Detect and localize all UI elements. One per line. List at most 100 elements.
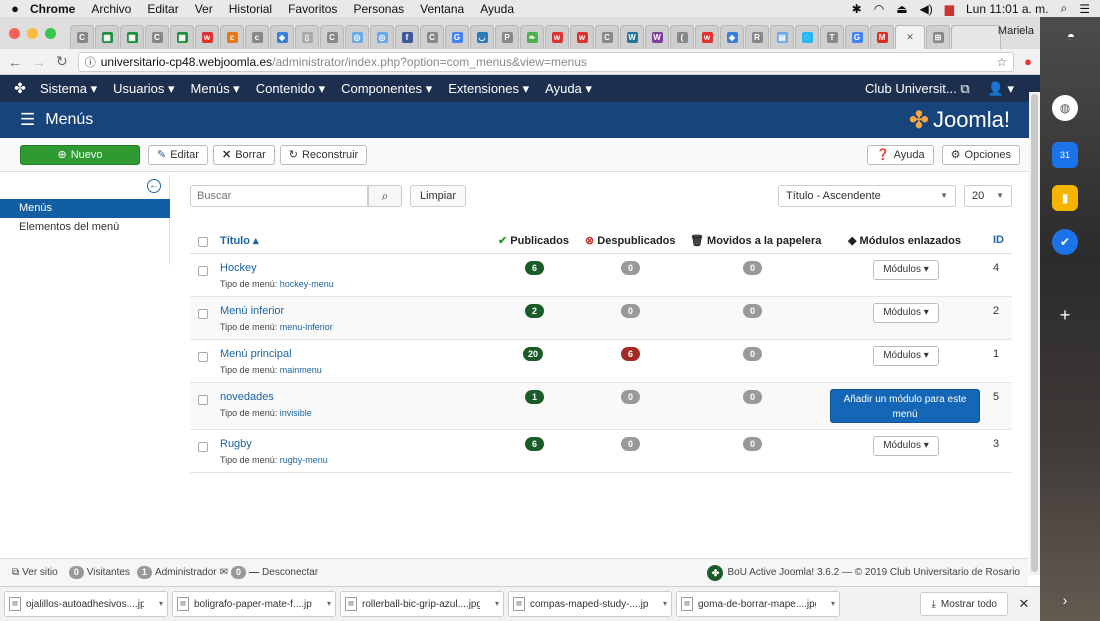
menubar-editar[interactable]: Editar [147,2,178,16]
unpublished-badge[interactable]: 0 [621,261,640,275]
sidebar-item-menu-items[interactable]: Elementos del menú [0,218,170,237]
col-published[interactable]: ✔ Publicados [498,234,569,247]
download-item[interactable]: ▤ boligrafo-paper-mate-f....jpg ▾ [172,591,336,617]
add-module-button[interactable]: Añadir un módulo para este menú [830,389,980,423]
show-all-downloads-button[interactable]: ⤓ Mostrar todo [920,592,1008,616]
modules-dropdown-button[interactable]: Módulos ▾ [873,303,939,323]
browser-tab[interactable]: T [820,25,844,49]
chevron-right-icon[interactable]: › [1052,587,1078,613]
minimize-window-button[interactable] [27,28,38,39]
user-menu[interactable]: 👤 ▾ [988,81,1014,97]
spotlight-icon[interactable]: ⌕ [1061,1,1068,16]
browser-tab[interactable]: ▦ [170,25,194,49]
download-item[interactable]: ▤ goma-de-borrar-mape....jpg ▾ [676,591,840,617]
bookmark-star-icon[interactable]: ☆ [996,55,1007,69]
col-id[interactable]: ID [993,234,1004,246]
browser-tab[interactable]: f [395,25,419,49]
browser-tab[interactable]: C [320,25,344,49]
published-badge[interactable]: 6 [525,437,544,451]
avatar[interactable]: ◍ [1052,95,1078,121]
bluetooth-icon[interactable]: ✱ [852,2,862,16]
new-button[interactable]: ⊕ Nuevo [20,144,140,165]
published-badge[interactable]: 6 [525,261,544,275]
browser-tab[interactable]: ▤ [770,25,794,49]
close-downloads-icon[interactable]: ✕ [1012,596,1036,612]
search-input[interactable] [190,185,368,207]
dropdown-icon[interactable]: ▾ [159,599,163,608]
menu-title-link[interactable]: Rugby [220,438,252,450]
browser-tab[interactable]: ◎ [370,25,394,49]
row-checkbox[interactable] [198,442,208,452]
menubar-favoritos[interactable]: Favoritos [288,2,337,16]
browser-tab[interactable]: G [445,25,469,49]
col-trashed[interactable]: 🗑 Movidos a la papelera [690,234,821,247]
browser-tab[interactable]: ◌ [795,25,819,49]
browser-tab-active[interactable]: ✕ [895,25,925,49]
plus-icon[interactable]: + [1052,302,1078,328]
clear-button[interactable]: Limpiar [410,185,466,207]
help-button[interactable]: ❓ Ayuda [866,144,934,165]
notification-center-icon[interactable]: ☰ [1079,2,1090,16]
dropdown-icon[interactable]: ▾ [831,599,835,608]
browser-tab[interactable]: ▯ [295,25,319,49]
row-checkbox[interactable] [198,266,208,276]
view-site-link[interactable]: Ver sitio [22,567,58,578]
published-badge[interactable]: 1 [525,390,544,404]
menubar-personas[interactable]: Personas [353,2,404,16]
extension-icon[interactable]: ● [1024,54,1032,69]
menu-type-value[interactable]: invisible [280,408,312,418]
menu-type-value[interactable]: mainmenu [280,365,322,375]
trashed-badge[interactable]: 0 [743,304,762,318]
browser-tab[interactable]: C [145,25,169,49]
browser-tab[interactable]: c [245,25,269,49]
delete-button[interactable]: ✕ Borrar [212,144,275,165]
col-title[interactable]: Título ▴ [220,234,259,247]
menu-title-link[interactable]: Menú principal [220,348,292,360]
menubar-ayuda[interactable]: Ayuda [480,2,514,16]
browser-tab[interactable]: w [695,25,719,49]
nav-ayuda[interactable]: Ayuda ▾ [545,81,592,97]
browser-tab[interactable]: ▦ [120,25,144,49]
tasks-icon[interactable]: ✔ [1052,229,1078,255]
envelope-icon[interactable]: ✉ [220,567,228,578]
eject-icon[interactable]: ⏏ [896,2,907,16]
browser-tab[interactable]: ❧ [520,25,544,49]
dropdown-icon[interactable]: ▾ [495,599,499,608]
unpublished-badge[interactable]: 0 [621,390,640,404]
sidebar-item-menus[interactable]: Menús [0,199,170,218]
browser-tab[interactable]: W [645,25,669,49]
download-item[interactable]: ▤ compas-maped-study-....jpg ▾ [508,591,672,617]
browser-tab[interactable]: C [70,25,94,49]
browser-tab[interactable]: G [845,25,869,49]
browser-tab[interactable]: ◡ [470,25,494,49]
flag-icon[interactable]: ▆ [945,2,954,16]
browser-tab[interactable]: c [220,25,244,49]
published-badge[interactable]: 20 [523,347,544,361]
menu-title-link[interactable]: novedades [220,391,274,403]
unpublished-badge[interactable]: 0 [621,437,640,451]
browser-tab[interactable]: W [620,25,644,49]
browser-tab[interactable]: M [870,25,894,49]
info-icon[interactable]: ⓘ [85,54,96,70]
site-link[interactable]: Club Universit... ⧉ [865,81,970,97]
menu-type-value[interactable]: hockey-menu [280,279,334,289]
select-all-checkbox[interactable] [198,237,208,247]
new-tab-button[interactable] [951,25,1001,49]
wifi-icon[interactable]: ◠ [874,2,884,16]
incognito-icon[interactable]: ◓ [1058,23,1084,49]
edit-button[interactable]: ✎ Editar [148,144,208,165]
browser-tab[interactable]: ▦ [95,25,119,49]
menu-type-value[interactable]: rugby-menu [280,455,328,465]
browser-tab[interactable]: C [420,25,444,49]
nav-usuarios[interactable]: Usuarios ▾ [113,81,174,97]
sort-select[interactable]: Título - Ascendente ▼ [778,185,956,207]
trashed-badge[interactable]: 0 [743,390,762,404]
unpublished-badge[interactable]: 6 [621,347,640,361]
nav-componentes[interactable]: Componentes ▾ [341,81,432,97]
logout-link[interactable]: Desconectar [262,567,318,578]
admin-label[interactable]: Administrador [155,567,217,578]
menubar-ver[interactable]: Ver [195,2,213,16]
trashed-badge[interactable]: 0 [743,437,762,451]
back-icon[interactable]: ← [8,54,22,70]
modules-dropdown-button[interactable]: Módulos ▾ [873,260,939,280]
